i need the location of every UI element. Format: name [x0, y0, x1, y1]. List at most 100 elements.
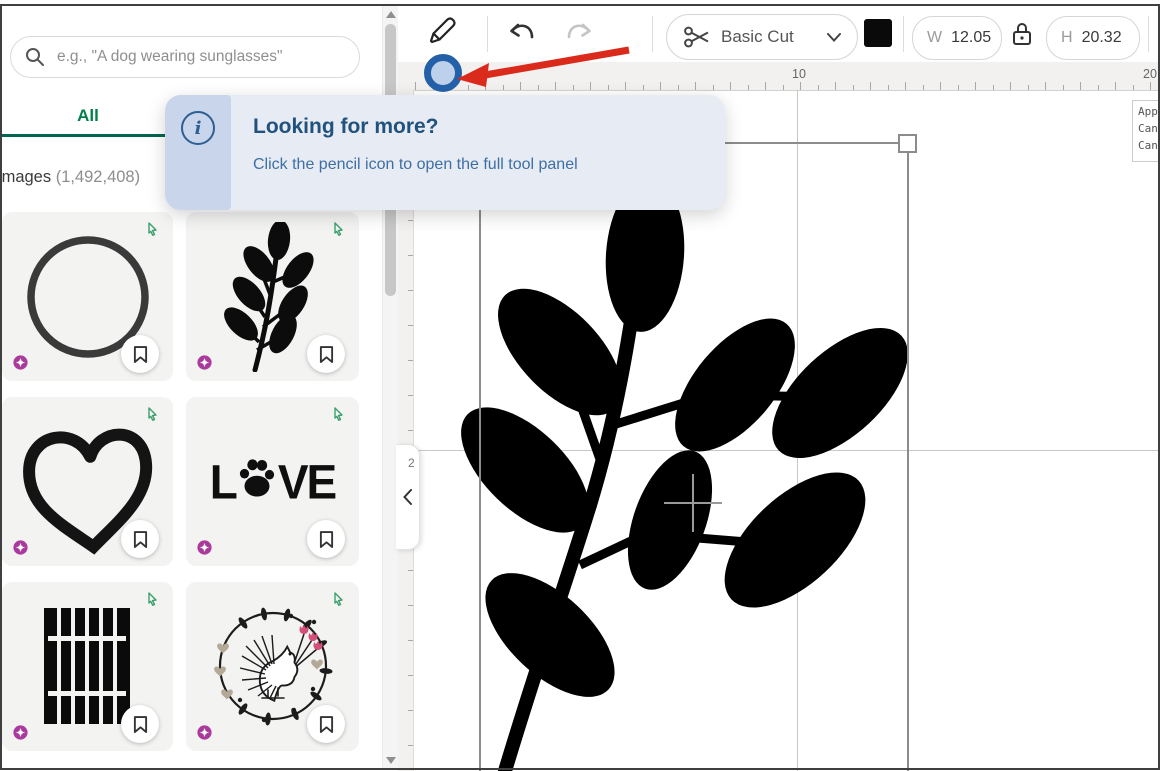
ruler-tick: [1133, 85, 1134, 90]
tab-all-underline: [2, 134, 167, 137]
height-input[interactable]: [1082, 29, 1128, 47]
bookmark-button[interactable]: [307, 705, 345, 743]
ruler-tick: [408, 325, 413, 326]
pallet-artwork: [40, 606, 135, 728]
crosshair-v: [692, 474, 694, 532]
image-tile-pallet[interactable]: [2, 582, 173, 751]
bookmark-icon: [319, 345, 334, 364]
ruler-tick: [713, 85, 714, 90]
ruler-tick: [818, 85, 819, 90]
context-item[interactable]: App: [1138, 103, 1160, 120]
width-input[interactable]: [951, 29, 997, 47]
bookmark-icon: [319, 530, 334, 549]
ruler-tick: [408, 395, 413, 396]
ruler-tick: [408, 640, 413, 641]
ruler-tick: [923, 85, 924, 90]
ruler-tick: [408, 290, 413, 291]
window-border-left: [0, 4, 2, 769]
scroll-up-icon[interactable]: [386, 11, 396, 18]
ruler-tick: [783, 85, 784, 90]
paw-icon: [237, 458, 277, 502]
ruler-tick: [408, 605, 413, 606]
bookmark-icon: [319, 715, 334, 734]
image-tile-hedgehog-wreath[interactable]: [186, 582, 359, 751]
ruler-tick: [1080, 82, 1081, 90]
ruler-tick: [958, 85, 959, 90]
search-input[interactable]: [55, 47, 359, 67]
image-tile-love-paw[interactable]: L VE: [186, 397, 359, 566]
scroll-down-icon[interactable]: [386, 757, 396, 764]
cricut-access-icon: [12, 539, 29, 556]
operation-label: Basic Cut: [721, 27, 827, 47]
ruler-label-2: 2: [408, 456, 415, 470]
bookmark-button[interactable]: [307, 335, 345, 373]
scissors-icon: [683, 24, 711, 50]
ruler-tick: [415, 82, 416, 90]
ruler-tick: [1115, 82, 1116, 90]
context-menu-clipped[interactable]: App Can Can: [1132, 100, 1160, 162]
ruler-tick: [975, 82, 976, 90]
context-item[interactable]: Can: [1138, 120, 1160, 137]
height-label: H: [1061, 29, 1073, 47]
search-icon: [25, 47, 45, 67]
bookmark-button[interactable]: [307, 520, 345, 558]
ruler-tick: [1063, 85, 1064, 90]
chevron-down-icon: [827, 33, 841, 42]
ruler-tick: [660, 82, 661, 90]
ruler-tick: [1150, 82, 1151, 90]
ruler-label-10: 10: [792, 67, 806, 81]
ruler-tick: [1098, 85, 1099, 90]
lock-icon: [1011, 21, 1033, 47]
love-artwork: L VE: [210, 453, 335, 509]
image-tile-heart[interactable]: [2, 397, 173, 566]
ruler-tick: [748, 85, 749, 90]
image-tile-circle[interactable]: [2, 212, 173, 381]
ruler-tick: [853, 85, 854, 90]
bookmark-button[interactable]: [121, 520, 159, 558]
ruler-tick: [678, 85, 679, 90]
selection-right-edge: [907, 142, 909, 771]
red-arrow-annotation: [455, 38, 640, 93]
chevron-left-icon: [403, 489, 412, 505]
tab-all[interactable]: All: [54, 106, 122, 126]
ruler-tick: [730, 82, 731, 90]
height-field[interactable]: H: [1046, 16, 1140, 60]
bookmark-icon: [133, 715, 148, 734]
free-cursor-icon: [331, 222, 345, 237]
ruler-tick: [1028, 85, 1029, 90]
color-swatch[interactable]: [864, 19, 892, 47]
ruler-tick: [888, 85, 889, 90]
free-cursor-icon: [331, 592, 345, 607]
width-field[interactable]: W: [912, 16, 1002, 60]
free-cursor-icon: [145, 222, 159, 237]
ruler-tick: [643, 85, 644, 90]
bookmark-button[interactable]: [121, 705, 159, 743]
selection-left-edge: [479, 142, 481, 771]
ruler-tick: [835, 82, 836, 90]
ruler-tick: [800, 82, 801, 90]
image-tile-leaf-branch[interactable]: [186, 212, 359, 381]
cricut-access-icon: [196, 354, 213, 371]
window-border-top: [0, 4, 1160, 6]
lock-ratio-button[interactable]: [1011, 20, 1035, 48]
ruler-tick: [408, 220, 413, 221]
tooltip-title: Looking for more?: [253, 115, 439, 139]
canvas-leaf-branch-image[interactable]: [450, 175, 920, 771]
image-search-box[interactable]: [10, 36, 360, 78]
cricut-access-icon: [196, 539, 213, 556]
ruler-tick: [993, 85, 994, 90]
context-item[interactable]: Can: [1138, 137, 1160, 154]
bookmark-icon: [133, 530, 148, 549]
width-label: W: [927, 29, 942, 47]
ruler-tick: [408, 675, 413, 676]
ruler-tick: [870, 82, 871, 90]
operation-select[interactable]: Basic Cut: [666, 14, 858, 60]
free-cursor-icon: [145, 407, 159, 422]
window-border-bottom: [0, 768, 1160, 770]
results-count: Images (1,492,408): [0, 168, 140, 187]
ruler-tick: [1045, 82, 1046, 90]
looking-for-more-tooltip: i Looking for more? Click the pencil ico…: [165, 95, 725, 210]
ruler-tick: [765, 82, 766, 90]
bookmark-button[interactable]: [121, 335, 159, 373]
selection-handle[interactable]: [898, 134, 917, 153]
